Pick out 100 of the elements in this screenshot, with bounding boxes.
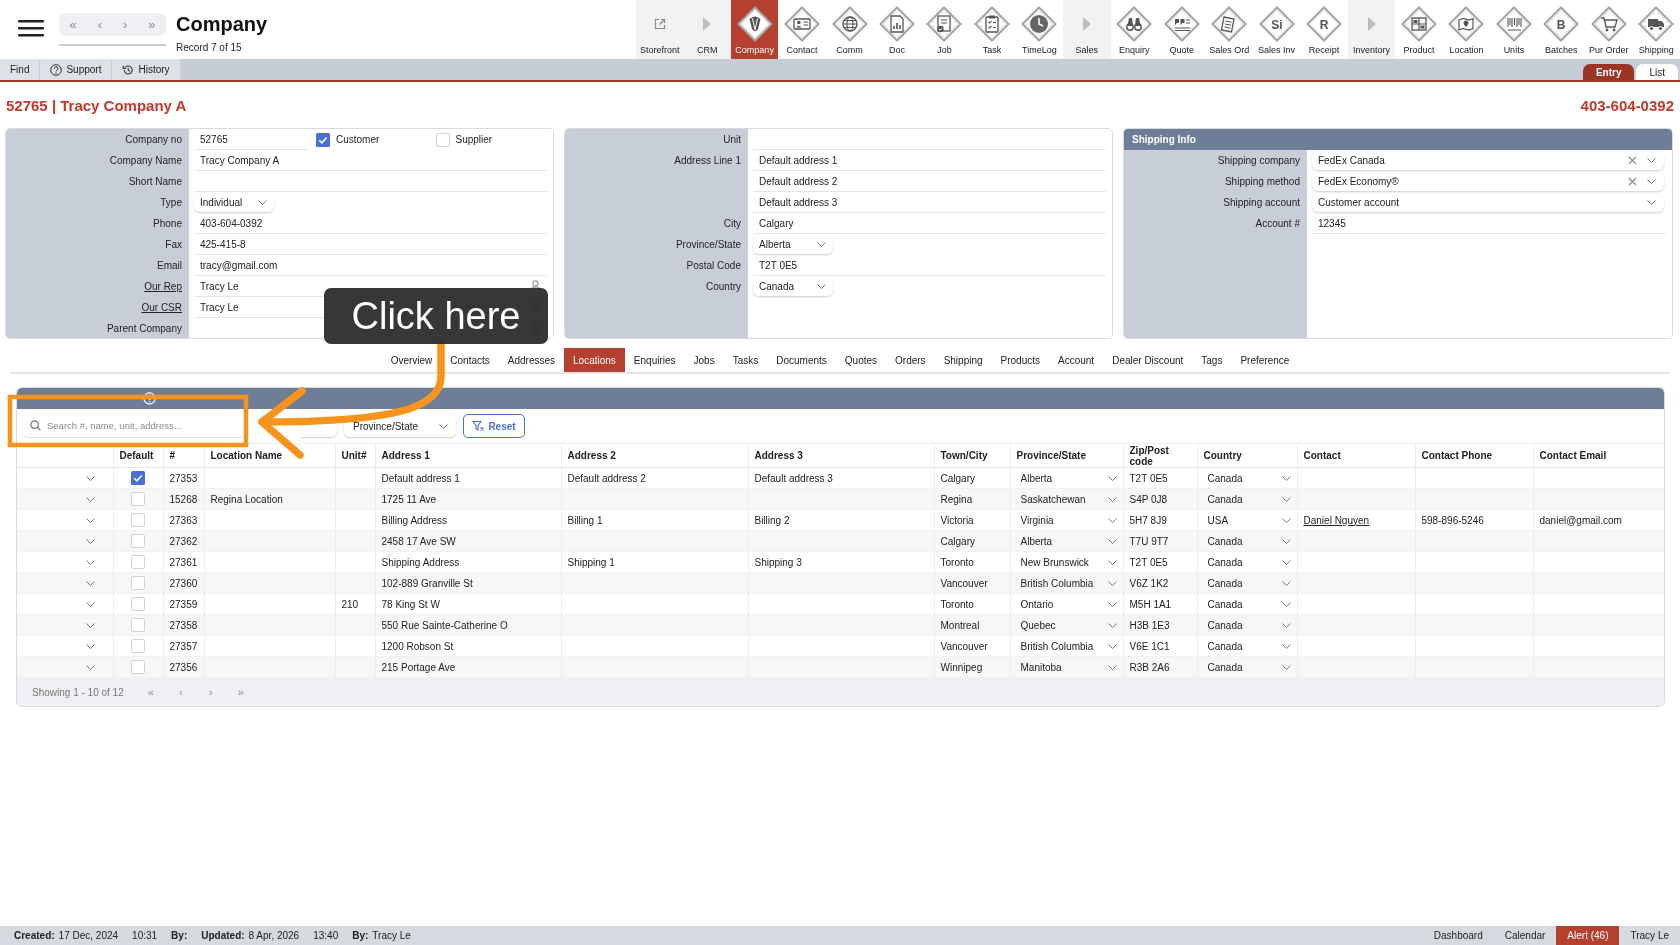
receipt-icon <box>1211 6 1248 42</box>
dropdown[interactable]: Canada <box>1201 556 1291 568</box>
module-button[interactable]: CRM <box>683 0 731 59</box>
text-field[interactable]: Default address 2 <box>753 171 1106 192</box>
text-field[interactable]: 12345 <box>1312 213 1666 234</box>
view-tab[interactable]: List <box>1636 64 1678 80</box>
dropdown[interactable]: USA <box>1201 514 1291 526</box>
checkbox[interactable] <box>131 660 145 674</box>
dropdown[interactable]: Ontario <box>1014 598 1117 610</box>
text-field[interactable]: tracy@gmail.com <box>194 255 547 276</box>
tab[interactable]: Contacts <box>448 348 492 372</box>
checkbox[interactable] <box>131 492 145 506</box>
dropdown[interactable]: Alberta <box>1014 472 1117 484</box>
text-field[interactable]: Tracy Company A <box>194 150 547 171</box>
close-icon[interactable] <box>1628 156 1637 165</box>
status-link[interactable]: Dashboard <box>1422 926 1494 945</box>
tab[interactable]: Tasks <box>730 348 761 372</box>
column-header: Address 2 <box>561 443 748 468</box>
dropdown[interactable]: New Brunswick <box>1014 556 1117 568</box>
dropdown[interactable]: Canada <box>1201 640 1291 652</box>
status-link[interactable]: Calendar <box>1493 926 1557 945</box>
checkbox[interactable] <box>435 132 450 147</box>
search-field[interactable]: Search #, name, unit, address... <box>22 414 247 438</box>
tab[interactable]: Orders <box>893 348 928 372</box>
toolbar-button[interactable]: History <box>112 59 180 80</box>
close-icon[interactable] <box>1628 177 1637 186</box>
table-cell: 27363 <box>163 509 204 531</box>
chevron-down-icon[interactable] <box>85 518 95 524</box>
checkbox[interactable] <box>131 534 145 548</box>
checkbox[interactable] <box>131 513 145 527</box>
checkbox[interactable] <box>131 639 145 653</box>
tab[interactable]: Locations <box>564 348 625 372</box>
tab[interactable]: Preference <box>1238 348 1292 372</box>
chevron-down-icon <box>1281 643 1291 649</box>
chevron-down-icon[interactable] <box>85 539 95 545</box>
table-cell: Shipping 3 <box>748 551 934 573</box>
menu-icon[interactable] <box>18 19 44 37</box>
checkbox[interactable] <box>131 555 145 569</box>
alert-button[interactable]: Alert (46) <box>1556 926 1620 945</box>
text-field[interactable]: 403-604-0392 <box>194 213 547 234</box>
checkbox[interactable] <box>131 576 145 590</box>
tab[interactable]: Quotes <box>842 348 880 372</box>
tab[interactable]: Shipping <box>941 348 985 372</box>
checkbox[interactable] <box>316 132 330 147</box>
field-link[interactable]: Our CSR <box>141 302 182 313</box>
chevron-down-icon[interactable] <box>85 560 95 566</box>
tab[interactable]: Documents <box>774 348 829 372</box>
tab[interactable]: Overview <box>388 348 435 372</box>
module-button[interactable]: Sales <box>1063 0 1111 59</box>
tab[interactable]: Dealer Discount <box>1110 348 1186 372</box>
chevron-down-icon[interactable] <box>85 497 95 503</box>
dropdown[interactable]: Canada <box>753 277 833 296</box>
field-link[interactable]: Our Rep <box>144 281 182 292</box>
chevron-down-icon[interactable] <box>85 665 95 671</box>
status-link[interactable]: Tracy Le <box>1619 926 1680 945</box>
dropdown[interactable]: Canada <box>1201 472 1291 484</box>
module-button[interactable]: Inventory <box>1347 0 1396 59</box>
module-button[interactable]: Storefront <box>636 0 684 59</box>
text-field[interactable]: Default address 3 <box>753 192 1106 213</box>
chevron-down-icon[interactable] <box>85 602 95 608</box>
column-header: Zip/Post code <box>1123 443 1197 468</box>
tab[interactable]: Addresses <box>505 348 558 372</box>
checkbox[interactable] <box>131 597 145 611</box>
dropdown[interactable]: British Columbia <box>1014 640 1117 652</box>
dropdown[interactable]: Virginia <box>1014 514 1117 526</box>
view-tab[interactable]: Entry <box>1582 64 1635 80</box>
checkbox[interactable] <box>131 618 145 632</box>
column-header: Contact <box>1297 443 1415 468</box>
toolbar-button[interactable]: Support <box>40 59 112 80</box>
dropdown[interactable]: Individual <box>194 193 274 212</box>
tab[interactable]: Account <box>1056 348 1097 372</box>
chevron-down-icon[interactable] <box>85 476 95 482</box>
table-cell: Billing 2 <box>748 509 934 531</box>
toolbar-button[interactable]: Find <box>0 59 40 80</box>
tab[interactable]: Products <box>998 348 1042 372</box>
tab[interactable]: Jobs <box>691 348 717 372</box>
chevron-down-icon[interactable] <box>85 581 95 587</box>
field-label: Company no <box>125 134 182 145</box>
table-cell: 27353 <box>163 467 204 489</box>
contact-link[interactable]: Daniel Nguyen <box>1303 514 1370 526</box>
tab[interactable]: Enquiries <box>631 348 678 372</box>
text-field[interactable]: 52765 <box>194 129 308 150</box>
dropdown[interactable]: Alberta <box>753 235 833 254</box>
module-button[interactable]: Company <box>730 0 779 59</box>
text-field[interactable]: Calgary <box>753 213 1106 234</box>
dropdown[interactable]: Customer account <box>1312 193 1664 212</box>
tab[interactable]: Tags <box>1199 348 1225 372</box>
checkbox[interactable] <box>131 471 145 485</box>
text-field[interactable]: 425-415-8 <box>194 234 547 255</box>
chevron-down-icon[interactable] <box>85 623 95 629</box>
text-field[interactable]: Default address 1 <box>753 150 1106 171</box>
dropdown[interactable]: FedEx Canada <box>1312 151 1664 170</box>
column-header: Address 1 <box>375 443 561 468</box>
dropdown[interactable]: FedEx Economy® <box>1312 172 1664 191</box>
text-field[interactable]: T2T 0E5 <box>753 255 1106 276</box>
column-header: Contact Phone <box>1415 443 1533 468</box>
reset-button[interactable]: Reset <box>463 414 525 438</box>
chevron-down-icon[interactable] <box>85 644 95 650</box>
help-icon[interactable] <box>143 392 156 405</box>
dropdown[interactable]: Canada <box>1201 598 1291 610</box>
